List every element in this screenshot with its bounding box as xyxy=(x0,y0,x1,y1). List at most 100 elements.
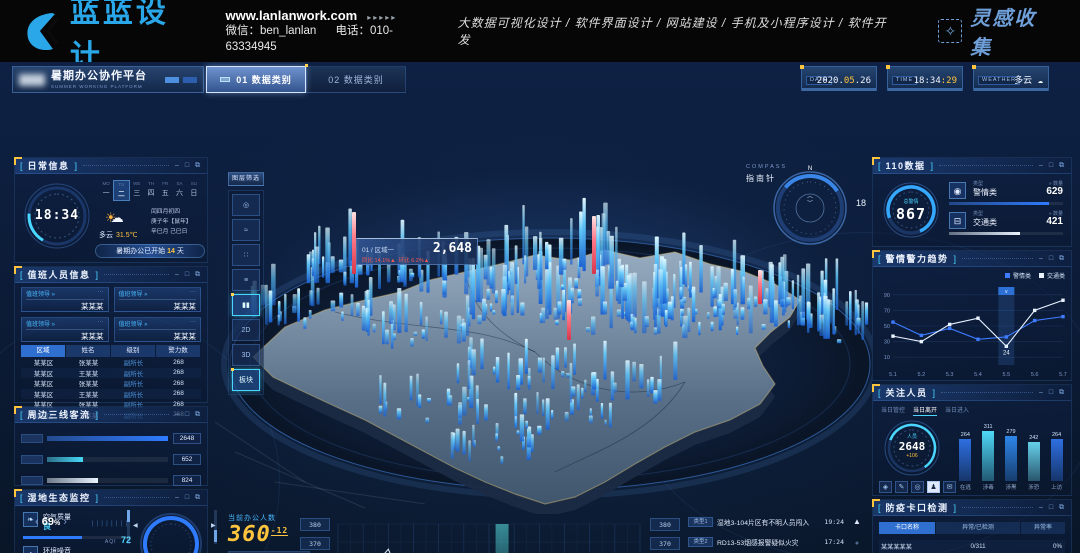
week-day[interactable]: TH四 xyxy=(144,180,158,201)
platform-subtitle: SUMMER WORKING PLATFORM xyxy=(51,84,147,89)
type-count: 629 xyxy=(1046,186,1063,197)
message-icon[interactable]: ✉ xyxy=(943,481,956,493)
duty-leader-card[interactable]: 值班领导 »···某某某 xyxy=(21,317,109,342)
focus-bar-col: 311涉毒 xyxy=(980,424,997,491)
duty-leader-card[interactable]: 值班领导 »···某某某 xyxy=(114,287,202,312)
table-cell: 268 xyxy=(156,390,201,397)
gauge-110-value: 867 xyxy=(881,205,941,223)
compass-chevrons: ︿﹀ xyxy=(772,194,848,208)
panel-window-icons[interactable]: ‒ □ ⧉ xyxy=(1039,504,1066,512)
table-cell: 某某区 xyxy=(21,389,66,399)
layer-button-grid[interactable]: ∷ xyxy=(232,244,260,266)
svg-text:5.5: 5.5 xyxy=(1003,372,1011,378)
gauge-left-arrow[interactable]: ◀ xyxy=(133,522,138,529)
week-day[interactable]: WE三 xyxy=(130,180,144,201)
tab-data-category-1[interactable]: 01 数据类别 xyxy=(206,66,306,93)
svg-text:5.1: 5.1 xyxy=(889,372,897,378)
layer-button-list[interactable]: ≡ xyxy=(232,269,260,291)
panel-window-icons[interactable]: ‒ □ ⧉ xyxy=(175,411,202,419)
svg-text:24: 24 xyxy=(1003,350,1010,356)
camera-icon: ◉ xyxy=(949,182,966,199)
axis-tick: 370 xyxy=(650,537,680,550)
alert-row[interactable]: 类型2RD13-53烟感报警疑似火灾17:24 xyxy=(688,535,844,548)
duty-leader-card[interactable]: 值班领导 »···某某某 xyxy=(21,287,109,312)
focus-tab[interactable]: 当日管控 xyxy=(881,405,905,416)
checkpoint-col-header[interactable]: 异常/已检测 xyxy=(936,522,1020,534)
checkpoint-row: 某某某某某0/3110% xyxy=(879,540,1065,553)
panel-passenger-flow: [周边三线客流]‒ □ ⧉ 2648652824 xyxy=(14,406,208,486)
focus-icon-row: ◈✎◎♟✉ xyxy=(879,481,956,493)
table-cell: 268 xyxy=(156,369,201,376)
tab-data-category-2[interactable]: 02 数据类别 xyxy=(306,66,406,93)
layer-button-location[interactable]: ◎ xyxy=(232,194,260,216)
layer-button-signal[interactable]: ≈ xyxy=(232,219,260,241)
col-header[interactable]: 警力数 xyxy=(156,345,200,357)
lunar-line: 辛巳月 己巳日 xyxy=(151,228,207,238)
col-header[interactable]: 级别 xyxy=(111,345,155,357)
focus-tabs: 当日管控当日离开当日进入 xyxy=(881,405,969,416)
panel-focus-people: [关注人员]‒ □ ⧉ 当日管控当日离开当日进入 人员 2648 +106 ◈✎… xyxy=(872,384,1072,496)
checkpoint-col-header[interactable]: 卡口名称 xyxy=(879,522,935,534)
scroll-dot-icon: ● xyxy=(851,540,863,547)
duty-leader-card[interactable]: 值班领导 » ···某某某 xyxy=(114,317,202,342)
bar-value: 264 xyxy=(1048,432,1065,438)
eco-gauge-value: ‹ 69% › xyxy=(15,516,87,528)
flow-value: 824 xyxy=(173,475,201,486)
layer-button-plate[interactable]: 板块 xyxy=(232,369,260,391)
record-icon[interactable]: ◎ xyxy=(911,481,924,493)
more-icon[interactable]: ··· xyxy=(98,319,104,328)
table-cell: 副所长 xyxy=(111,368,156,378)
col-header[interactable]: 姓名 xyxy=(66,345,110,357)
page: 蓝蓝设计 www.lanlanwork.com▸▸▸▸▸ 微信：ben_lanl… xyxy=(0,0,1080,553)
table-cell: 王某某 xyxy=(66,389,111,399)
panel-window-icons[interactable]: ‒ □ ⧉ xyxy=(1039,255,1066,263)
platform-title-block: 暑期办公协作平台 SUMMER WORKING PLATFORM xyxy=(12,66,204,93)
week-day[interactable]: FR五 xyxy=(158,180,172,201)
type-name: 交通类 xyxy=(973,217,997,228)
svg-text:5.7: 5.7 xyxy=(1059,372,1067,378)
bar-label: 涉黑 xyxy=(1003,483,1020,491)
focus-tab[interactable]: 当日离开 xyxy=(913,405,937,416)
office-line-chart: 024681012141618202224 xyxy=(332,514,646,553)
table-row: 某某区张某某副所长268 xyxy=(21,357,201,368)
alert-type-tag: 类型2 xyxy=(688,537,713,547)
week-day[interactable]: SU日 xyxy=(187,180,201,201)
inspiration-brand[interactable]: ✧ 灵感收集 xyxy=(938,2,1058,60)
layer-button-bar-chart[interactable]: ▮▮ xyxy=(232,294,260,316)
axis-tick: 380 xyxy=(300,518,330,531)
week-day[interactable]: MO一 xyxy=(99,180,113,201)
table-cell: 某某区 xyxy=(21,378,66,388)
duty-name: 某某某 xyxy=(119,329,197,342)
scroll-up-icon[interactable]: ▲ xyxy=(851,518,863,526)
noise-icon: ◖ xyxy=(23,546,38,553)
more-icon[interactable]: ··· xyxy=(98,289,104,298)
title-chip xyxy=(183,77,197,83)
checkpoint-col-header[interactable]: 异常率 xyxy=(1021,522,1065,534)
col-header[interactable]: 区域 xyxy=(21,345,65,357)
week-day[interactable]: SA六 xyxy=(172,180,186,201)
layer-button-2d[interactable]: 2D xyxy=(232,319,260,341)
person-icon[interactable]: ♟ xyxy=(927,481,940,493)
gauge-110-label: 总警情 xyxy=(881,198,941,205)
duty-role: 值班领导 » xyxy=(119,319,148,328)
count-bar-fill xyxy=(949,232,1020,235)
edit-icon[interactable]: ✎ xyxy=(895,481,908,493)
vehicle-icon[interactable]: ◈ xyxy=(879,481,892,493)
more-icon[interactable]: ··· xyxy=(190,289,196,298)
svg-text:5.3: 5.3 xyxy=(946,372,954,378)
svg-text:5.2: 5.2 xyxy=(918,372,926,378)
svg-text:30: 30 xyxy=(884,340,890,346)
panel-window-icons[interactable]: ‒ □ ⧉ xyxy=(1039,162,1066,170)
cloud-icon: ☁ xyxy=(1038,76,1043,86)
panel-window-icons[interactable]: ‒ □ ⧉ xyxy=(175,271,202,279)
flow-tag xyxy=(21,476,43,485)
week-day[interactable]: TU二 xyxy=(113,180,129,201)
checkpoint-rows: 某某某某某0/3110%某某某某某0/890%某某某某某0/890%某某某某某2… xyxy=(879,540,1065,553)
layer-button-3d[interactable]: 3D xyxy=(232,344,260,366)
panel-window-icons[interactable]: ‒ □ ⧉ xyxy=(175,494,202,502)
site-url[interactable]: www.lanlanwork.com xyxy=(226,8,358,23)
panel-window-icons[interactable]: ‒ □ ⧉ xyxy=(1039,389,1066,397)
panel-window-icons[interactable]: ‒ □ ⧉ xyxy=(175,162,202,170)
more-icon[interactable]: ··· xyxy=(190,319,196,328)
alert-row[interactable]: 类型1湿地3-104片区有不明人员闯入19:24 xyxy=(688,515,844,528)
